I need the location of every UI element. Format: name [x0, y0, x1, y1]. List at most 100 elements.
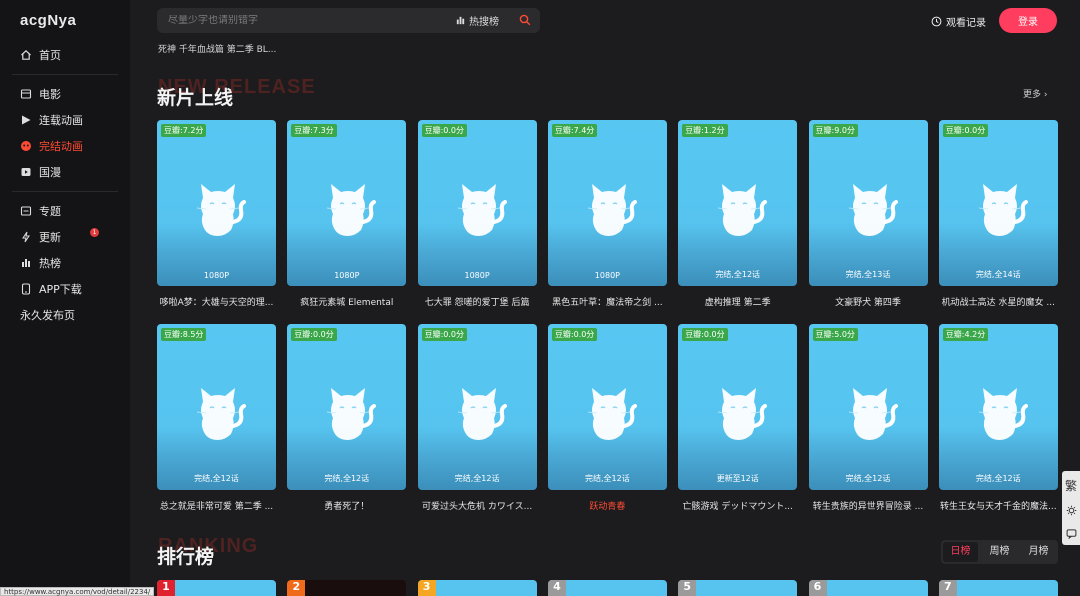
video-title[interactable]: 疯狂元素城 Elemental [287, 295, 406, 308]
home-icon [20, 49, 32, 61]
video-poster[interactable]: 豆瓣:0.0分 完结,全12话 [547, 324, 667, 490]
sidebar-item-hot[interactable]: 热榜 [0, 250, 130, 276]
video-title[interactable]: 亡骸游戏 デッドマウント... [678, 499, 797, 512]
video-title[interactable]: 黑色五叶草：魔法帝之剑 ... [548, 295, 667, 308]
tab-daily[interactable]: 日榜 [943, 542, 978, 562]
video-title[interactable]: 机动战士高达 水星的魔女 ... [939, 295, 1058, 308]
video-poster[interactable]: 豆瓣:7.3分 1080P [287, 120, 407, 286]
sidebar-item-movie[interactable]: 电影 [0, 81, 130, 107]
sidebar-item-home[interactable]: 首页 [0, 42, 130, 68]
video-title[interactable]: 转生贵族的异世界冒险录 ... [809, 499, 928, 512]
rank-card[interactable]: 1 [157, 580, 276, 596]
video-card[interactable]: 豆瓣:4.2分 完结,全12话转生王女与天才千金的魔法... [938, 324, 1058, 512]
rank-card[interactable]: 3 [417, 580, 537, 596]
site-logo[interactable]: acgNya [20, 12, 76, 29]
video-card[interactable]: 豆瓣:7.4分 1080P 黑色五叶草：魔法帝之剑 ... [547, 120, 667, 308]
login-button[interactable]: 登录 [999, 8, 1057, 33]
rank-number: 3 [417, 580, 436, 596]
video-title[interactable]: 七大罪 怨嗟的爱丁堡 后篇 [418, 295, 537, 308]
sidebar-item-update[interactable]: 更新 1 [0, 224, 130, 250]
video-title[interactable]: 哆啦A梦：大雄与天空的理... [157, 295, 276, 308]
video-poster[interactable]: 豆瓣:0.0分 完结,全14话 [938, 120, 1058, 286]
video-title[interactable]: 文豪野犬 第四季 [809, 295, 928, 308]
video-title[interactable]: 跃动青春 [548, 499, 667, 512]
douban-score-badge: 豆瓣:8.5分 [161, 328, 207, 341]
search-input[interactable] [157, 15, 447, 26]
episode-status: 更新至12话 [716, 474, 759, 483]
traditional-chinese-toggle[interactable]: 繁 [1065, 477, 1077, 494]
watch-history-label: 观看记录 [946, 18, 986, 29]
video-card[interactable]: 豆瓣:0.0分 完结,全12话勇者死了！ [287, 324, 407, 512]
sidebar-item-serial[interactable]: 连载动画 [0, 107, 130, 133]
video-poster[interactable]: 豆瓣:0.0分 完结,全12话 [287, 324, 407, 490]
section-title-rank: 排行榜 [157, 546, 215, 568]
play-icon [20, 114, 32, 126]
rank-number: 6 [808, 580, 827, 596]
video-poster[interactable]: 豆瓣:4.2分 完结,全12话 [938, 324, 1058, 490]
search-icon[interactable] [519, 14, 531, 26]
rank-number: 5 [678, 580, 697, 596]
placeholder-cat-icon [587, 184, 637, 236]
sidebar-item-finished[interactable]: 完结动画 [0, 133, 130, 159]
douban-score-badge: 豆瓣:0.0分 [291, 328, 337, 341]
video-card[interactable]: 豆瓣:7.3分 1080P 疯狂元素城 Elemental [287, 120, 407, 308]
video-title[interactable]: 虚构推理 第二季 [678, 295, 797, 308]
episode-status: 完结,全12话 [194, 474, 239, 483]
rank-card[interactable]: 4 [547, 580, 667, 596]
sidebar-item-topic[interactable]: 专题 [0, 198, 130, 224]
douban-score-badge: 豆瓣:0.0分 [421, 124, 468, 137]
floating-tools: 繁 [1062, 471, 1080, 545]
video-poster[interactable]: 豆瓣:0.0分 更新至12话 [678, 324, 798, 490]
video-title[interactable]: 可爱过头大危机 カワイス... [418, 499, 537, 512]
video-title[interactable]: 总之就是非常可爱 第二季 ... [157, 499, 276, 512]
video-poster[interactable]: 豆瓣:8.5分完结,全12话 [157, 324, 276, 490]
chat-icon[interactable] [1066, 528, 1077, 540]
video-poster[interactable]: 豆瓣:0.0分 1080P [417, 120, 537, 286]
douban-score-badge: 豆瓣:0.0分 [551, 328, 598, 341]
video-card[interactable]: 豆瓣:8.5分完结,全12话总之就是非常可爱 第二季 ... [157, 324, 276, 512]
hot-search-button[interactable]: 热搜榜 [455, 13, 499, 28]
video-poster[interactable]: 豆瓣:1.2分完结,全12话 [678, 120, 798, 286]
sidebar-item-label: 专题 [39, 205, 61, 218]
sun-icon[interactable] [1066, 505, 1077, 516]
video-card[interactable]: 豆瓣:1.2分完结,全12话虚构推理 第二季 [678, 120, 798, 308]
placeholder-cat-icon [196, 184, 246, 236]
more-link[interactable]: 更多 › [1023, 87, 1047, 100]
sidebar-item-guoman[interactable]: 国漫 [0, 159, 130, 185]
placeholder-cat-icon [718, 388, 768, 440]
video-poster[interactable]: 豆瓣:9.0分 完结,全13话 [808, 120, 928, 286]
sidebar-item-app[interactable]: APP下载 [0, 276, 130, 302]
episode-status: 完结,全12话 [454, 474, 500, 483]
video-card[interactable]: 豆瓣:7.2分 1080P 哆啦A梦：大雄与天空的理... [157, 120, 276, 308]
chart-icon [20, 257, 32, 269]
video-card[interactable]: 豆瓣:0.0分 完结,全12话可爱过头大危机 カワイス... [417, 324, 537, 512]
rank-card[interactable]: 2 [287, 580, 407, 596]
anime-icon [20, 140, 32, 152]
episode-status: 完结,全12话 [715, 270, 761, 279]
video-card[interactable]: 豆瓣:0.0分 完结,全12话跃动青春 [547, 324, 667, 512]
video-title[interactable]: 勇者死了！ [287, 499, 406, 512]
tab-weekly[interactable]: 周榜 [982, 542, 1017, 562]
recent-search-item[interactable]: 死神 千年血战篇 第二季 BL... [158, 42, 276, 55]
video-poster[interactable]: 豆瓣:5.0分 完结,全12话 [808, 324, 928, 490]
video-poster[interactable]: 豆瓣:7.2分 1080P [157, 120, 276, 286]
rank-card[interactable]: 7 [938, 580, 1058, 596]
video-card[interactable]: 豆瓣:5.0分 完结,全12话转生贵族的异世界冒险录 ... [808, 324, 928, 512]
rank-card[interactable]: 5 [678, 580, 798, 596]
douban-score-badge: 豆瓣:7.4分 [551, 124, 598, 137]
video-title[interactable]: 转生王女与天才千金的魔法... [939, 499, 1058, 512]
rank-card[interactable]: 6 [808, 580, 928, 596]
watch-history-button[interactable]: 观看记录 [931, 14, 986, 29]
video-card[interactable]: 豆瓣:0.0分 完结,全14话机动战士高达 水星的魔女 ... [938, 120, 1058, 308]
douban-score-badge: 豆瓣:1.2分 [682, 124, 728, 137]
video-card[interactable]: 豆瓣:0.0分 1080P 七大罪 怨嗟的爱丁堡 后篇 [417, 120, 537, 308]
rank-number: 2 [287, 580, 306, 596]
douban-score-badge: 豆瓣:7.3分 [291, 124, 337, 137]
video-poster[interactable]: 豆瓣:0.0分 完结,全12话 [417, 324, 537, 490]
sidebar-item-permanent[interactable]: 永久发布页 [0, 302, 130, 328]
clock-icon [931, 16, 942, 27]
tab-monthly[interactable]: 月榜 [1021, 542, 1056, 562]
video-card[interactable]: 豆瓣:0.0分 更新至12话亡骸游戏 デッドマウント... [678, 324, 798, 512]
video-card[interactable]: 豆瓣:9.0分 完结,全13话文豪野犬 第四季 [808, 120, 928, 308]
video-poster[interactable]: 豆瓣:7.4分 1080P [547, 120, 667, 286]
